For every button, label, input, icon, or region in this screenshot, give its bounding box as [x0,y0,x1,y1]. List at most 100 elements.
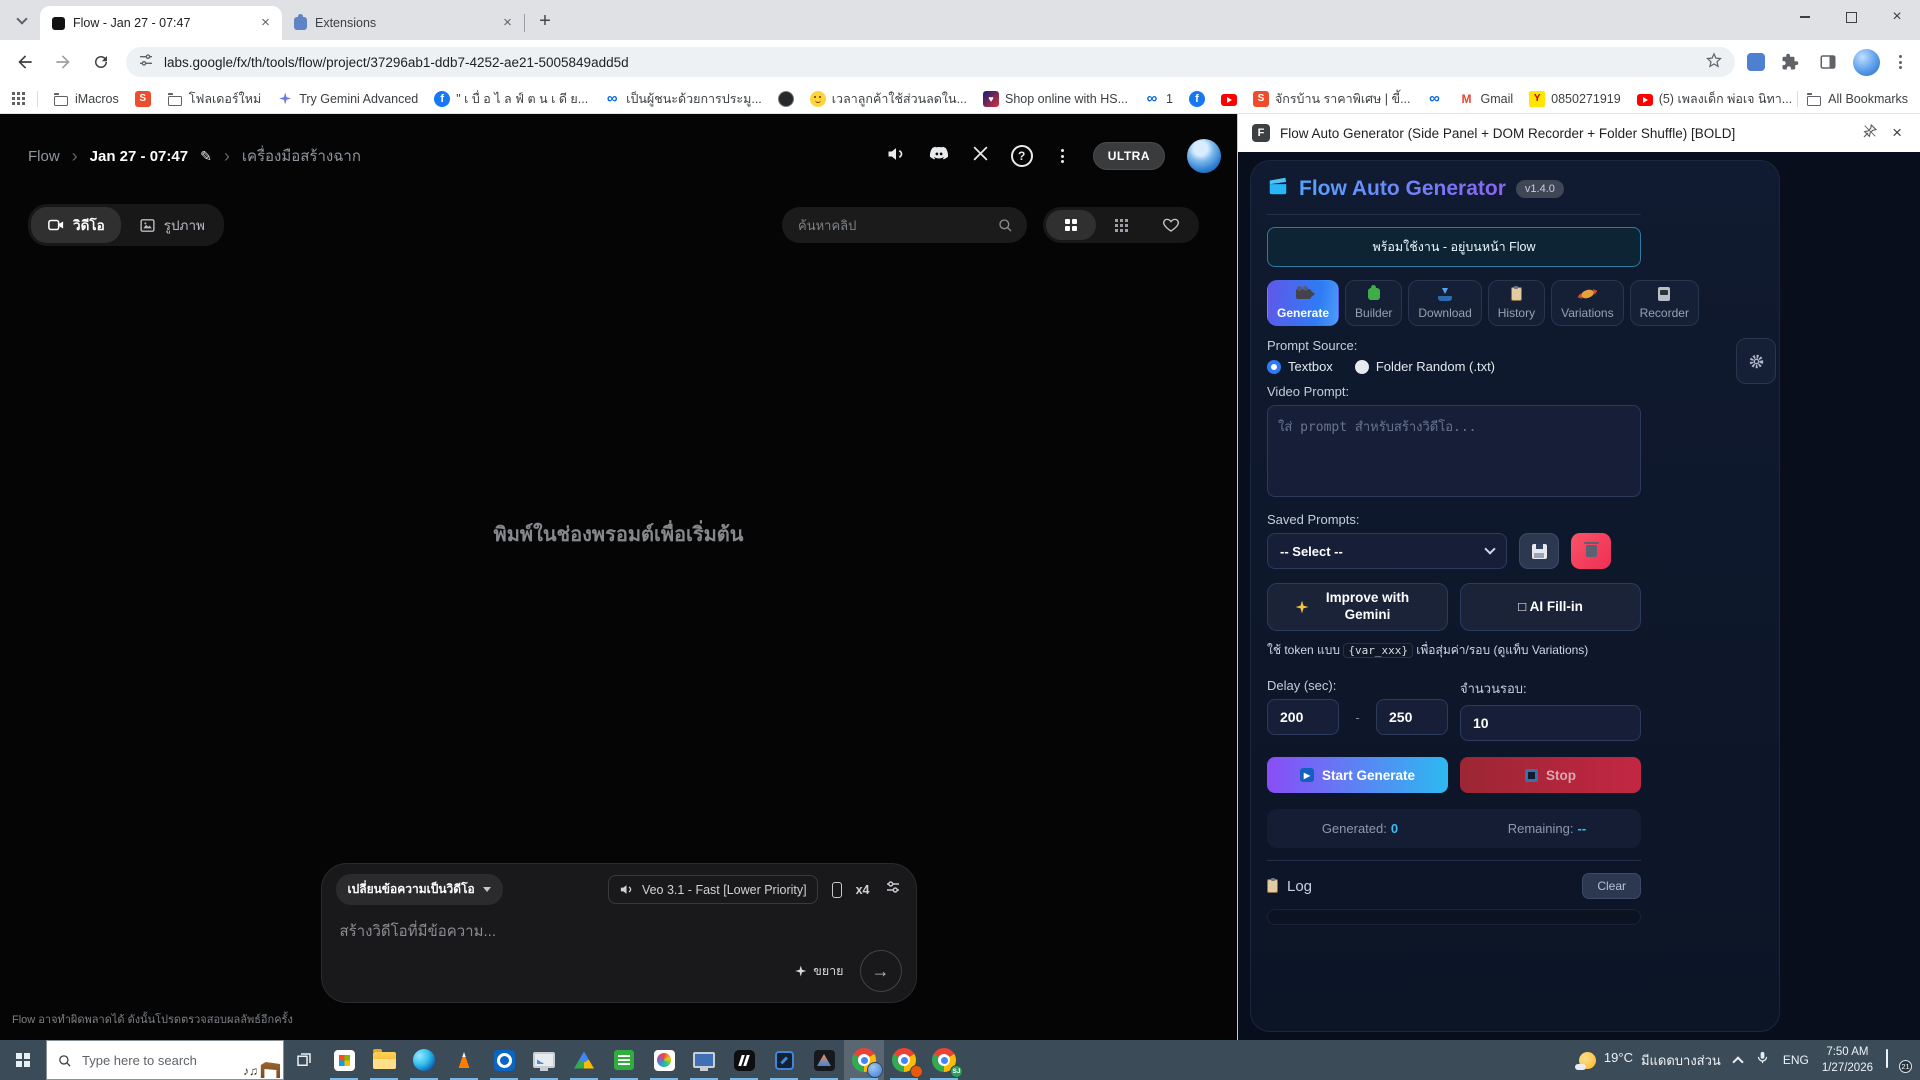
taskbar-app-chrome-1[interactable] [844,1040,884,1080]
language-indicator[interactable]: ENG [1783,1053,1809,1067]
tab-video[interactable]: วิดีโอ [31,207,121,243]
taskbar-app-store[interactable] [324,1040,364,1080]
bookmark-item[interactable]: " เ บื่ อ ไ ล ฟ์ ต น เ ดี ย... [427,86,595,112]
taskbar-app-recorder[interactable] [524,1040,564,1080]
taskbar-app-outlook[interactable] [484,1040,524,1080]
taskbar-app-navigator[interactable] [804,1040,844,1080]
delete-prompt-button[interactable] [1571,533,1611,569]
clip-search-input[interactable] [796,217,989,234]
panel-tab[interactable]: Builder [1345,280,1402,326]
start-generate-button[interactable]: ▶ Start Generate [1267,757,1448,793]
minimize-button[interactable] [1782,0,1828,34]
clear-log-button[interactable]: Clear [1582,873,1641,899]
address-bar[interactable]: labs.google/fx/th/tools/flow/project/372… [126,47,1735,77]
bookmark-item[interactable]: Try Gemini Advanced [270,88,425,110]
start-button[interactable] [0,1040,46,1080]
delay-max-input[interactable] [1376,699,1448,735]
output-count[interactable]: x4 [856,883,870,897]
all-bookmarks-button[interactable]: All Bookmarks [1797,91,1908,107]
bookmark-item[interactable]: เวลาลูกค้าใช้ส่วนลดใน... [803,86,974,112]
saved-prompts-select[interactable]: -- Select -- [1267,533,1507,569]
back-button[interactable] [12,49,38,75]
reload-button[interactable] [88,49,114,75]
clock[interactable]: 7:50 AM 1/27/2026 [1822,1044,1873,1076]
model-chip[interactable]: Veo 3.1 - Fast [Lower Priority] [608,875,818,904]
clip-search[interactable] [782,207,1027,243]
send-button[interactable]: → [860,950,902,992]
weather-widget[interactable]: 19°Cมีแดดบางส่วน [1579,1050,1721,1071]
flow-avatar[interactable] [1187,139,1221,173]
expand-button[interactable]: ขยาย [795,961,843,981]
site-controls-icon[interactable] [138,52,154,73]
panel-tab[interactable]: Download [1408,280,1481,326]
settings-sliders-icon[interactable] [884,878,902,901]
bookmark-item[interactable] [1420,88,1450,110]
bookmark-item[interactable]: เป็นผู้ชนะด้วยการประมู... [597,86,769,112]
radio-textbox[interactable]: Textbox [1267,359,1333,374]
prompt-mode-button[interactable]: เปลี่ยนข้อความเป็นวิดีโอ [336,874,503,905]
pinned-extension-icon[interactable] [1747,53,1765,71]
radio-folder-random[interactable]: Folder Random (.txt) [1355,359,1495,374]
browser-tab-flow[interactable]: Flow - Jan 27 - 07:47 × [40,6,282,40]
bookmark-item[interactable]: 0850271919 [1522,88,1628,110]
forward-button[interactable] [50,49,76,75]
flow-menu-icon[interactable] [1055,149,1071,163]
side-panel-close-icon[interactable]: × [1888,123,1906,143]
ai-fillin-button[interactable]: □ AI Fill-in [1460,583,1641,631]
taskbar-app-file-explorer[interactable] [364,1040,404,1080]
prompt-placeholder[interactable]: สร้างวิดีโอที่มีข้อความ... [340,919,902,943]
microphone-icon[interactable] [1755,1050,1770,1070]
panel-settings-button[interactable] [1736,338,1776,384]
browser-menu-icon[interactable] [1892,55,1908,69]
taskbar-app-capcut[interactable] [724,1040,764,1080]
tab-image[interactable]: รูปภาพ [123,207,221,243]
bookmark-item[interactable] [1214,89,1244,109]
panel-tab[interactable]: Recorder [1630,280,1699,326]
panel-tab[interactable]: Variations [1551,280,1623,326]
bookmark-item[interactable] [1182,88,1212,110]
breadcrumb-root[interactable]: Flow [28,148,60,165]
notification-center[interactable]: 21 [1886,1050,1908,1070]
taskbar-search[interactable]: ♪♫ [46,1040,284,1080]
tab-close-icon[interactable]: × [257,15,274,32]
bookmark-item[interactable]: 1 [1137,88,1180,110]
breadcrumb-project[interactable]: Jan 27 - 07:47 [90,148,188,165]
tray-expand-icon[interactable] [1732,1056,1743,1067]
taskbar-app-edge[interactable] [404,1040,444,1080]
bookmark-item[interactable]: (5) เพลงเด็ก พ่อเจ นิทา... [1630,86,1797,112]
help-icon[interactable]: ? [1011,145,1033,167]
taskbar-app-vlc[interactable] [444,1040,484,1080]
task-view-button[interactable] [284,1040,324,1080]
new-tab-button[interactable]: + [531,7,559,35]
bookmark-item[interactable]: โฟลเดอร์ใหม่ [160,86,268,112]
view-grid-large-button[interactable] [1046,210,1096,240]
save-prompt-button[interactable] [1519,533,1559,569]
browser-tab-extensions[interactable]: Extensions × [282,6,524,40]
taskbar-app-chrome-3[interactable]: SJ [924,1040,964,1080]
search-highlight-piano-image[interactable]: ♪♫ [243,1058,280,1078]
bookmark-item[interactable]: Gmail [1452,88,1521,110]
bookmark-item[interactable]: Shop online with HS... [976,88,1135,110]
x-logo-icon[interactable] [972,145,989,167]
bookmark-item[interactable] [128,88,158,110]
aspect-portrait-icon[interactable] [832,882,842,898]
taskbar-app-drive[interactable] [564,1040,604,1080]
view-grid-small-button[interactable] [1096,210,1146,240]
bookmark-item[interactable] [771,88,801,110]
extensions-puzzle-icon[interactable] [1777,49,1803,75]
unpin-icon[interactable] [1862,123,1878,144]
delay-min-input[interactable] [1267,699,1339,735]
tab-search-button[interactable] [8,7,36,35]
bookmark-star-icon[interactable] [1705,51,1723,74]
rounds-input[interactable] [1460,705,1641,741]
side-panel-icon[interactable] [1815,49,1841,75]
speaker-icon[interactable] [886,144,906,169]
taskbar-app-frame[interactable] [764,1040,804,1080]
improve-with-gemini-button[interactable]: Improve with Gemini [1267,583,1448,631]
video-prompt-textarea[interactable] [1267,405,1641,497]
taskbar-app-chrome-2[interactable] [884,1040,924,1080]
bookmark-item[interactable]: จักรบ้าน ราคาพิเศษ | ขี้... [1246,86,1418,112]
favorites-button[interactable] [1146,210,1196,240]
apps-grid-icon[interactable] [12,92,25,105]
taskbar-app-imacros[interactable] [604,1040,644,1080]
